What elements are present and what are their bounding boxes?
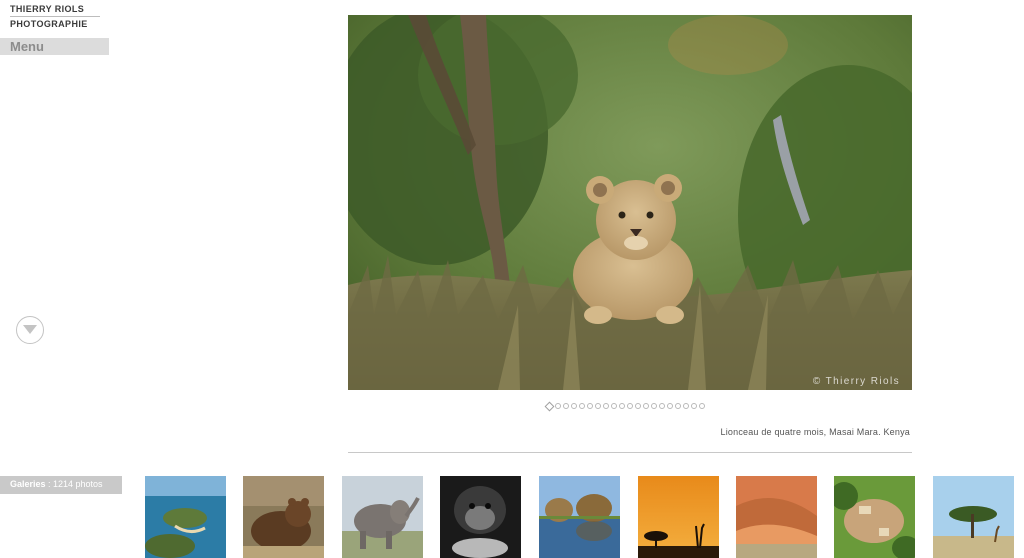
scroll-down-button[interactable]	[16, 316, 44, 344]
galleries-photo-count: : 1214 photos	[48, 479, 103, 489]
menu-button[interactable]: Menu	[0, 38, 109, 55]
slideshow-dot[interactable]	[555, 403, 561, 409]
slideshow-dot[interactable]	[619, 403, 625, 409]
giraffe-sunset-thumbnail[interactable]	[638, 476, 719, 558]
logo-divider	[10, 16, 100, 17]
acacia-giraffe-thumbnail[interactable]	[933, 476, 1014, 558]
slideshow-dot[interactable]	[579, 403, 585, 409]
village-aerial-thumbnail[interactable]	[834, 476, 915, 558]
galleries-label: Galeries	[10, 479, 46, 489]
slideshow-dot[interactable]	[611, 403, 617, 409]
elephant-thumbnail[interactable]	[342, 476, 423, 558]
logo-name: THIERRY RIOLS	[10, 4, 85, 14]
galleries-bar[interactable]: Galeries : 1214 photos	[0, 476, 122, 494]
lake-reflection-thumbnail[interactable]	[539, 476, 620, 558]
brown-bear-thumbnail[interactable]	[243, 476, 324, 558]
slideshow-dot[interactable]	[587, 403, 593, 409]
slideshow-dot[interactable]	[635, 403, 641, 409]
slideshow-dot[interactable]	[544, 401, 555, 412]
slideshow-dot[interactable]	[659, 403, 665, 409]
main-photo[interactable]: © Thierry Riols	[348, 15, 912, 390]
slideshow-dot[interactable]	[691, 403, 697, 409]
slideshow-pagination[interactable]	[544, 401, 705, 412]
slideshow-dot[interactable]	[571, 403, 577, 409]
slideshow-dot[interactable]	[563, 403, 569, 409]
island-coast-thumbnail[interactable]	[145, 476, 226, 558]
slideshow-dot[interactable]	[603, 403, 609, 409]
logo-subtitle: PHOTOGRAPHIE	[10, 19, 88, 29]
site-logo[interactable]: THIERRY RIOLS PHOTOGRAPHIE	[10, 3, 102, 30]
slideshow-dot[interactable]	[643, 403, 649, 409]
menu-label: Menu	[10, 39, 44, 54]
slideshow-dot[interactable]	[683, 403, 689, 409]
gorilla-thumbnail[interactable]	[440, 476, 521, 558]
caption-divider	[348, 452, 912, 453]
chevron-down-icon	[23, 325, 37, 334]
desert-dunes-thumbnail[interactable]	[736, 476, 817, 558]
slideshow-dot[interactable]	[651, 403, 657, 409]
slideshow-dot[interactable]	[675, 403, 681, 409]
slideshow-dot[interactable]	[595, 403, 601, 409]
slideshow-dot[interactable]	[627, 403, 633, 409]
photo-caption: Lionceau de quatre mois, Masai Mara. Ken…	[720, 427, 910, 437]
slideshow-dot[interactable]	[699, 403, 705, 409]
photo-watermark: © Thierry Riols	[812, 376, 900, 387]
slideshow-dot[interactable]	[667, 403, 673, 409]
